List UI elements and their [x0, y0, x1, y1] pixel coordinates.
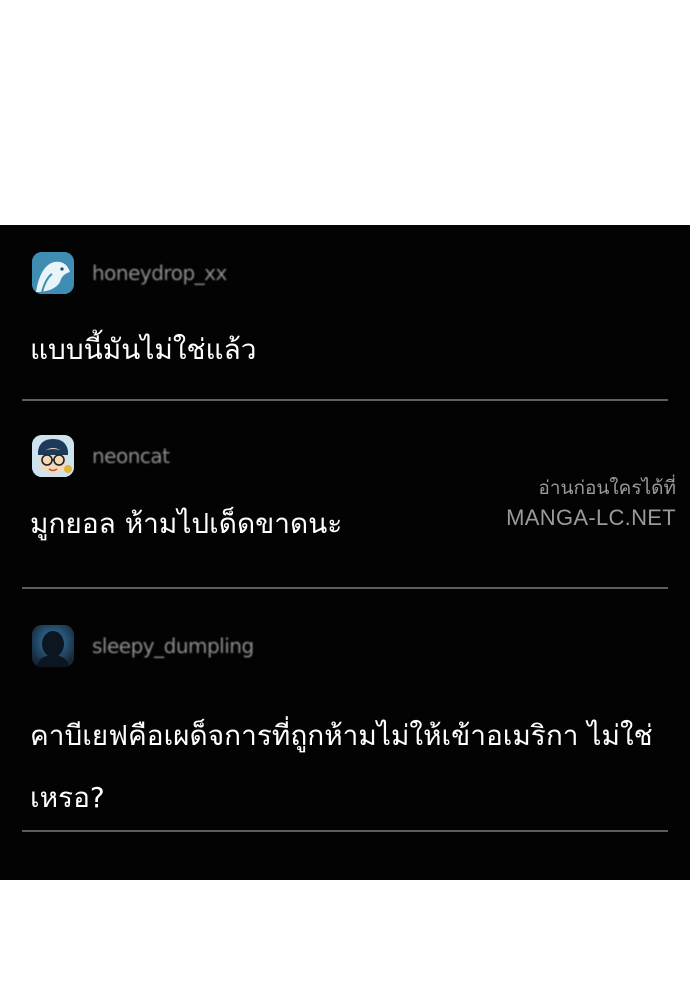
username[interactable]: neoncat — [92, 444, 170, 468]
watermark-site: MANGA-LC.NET — [506, 505, 676, 530]
comment-text: แบบนี้มันไม่ใช่แล้ว — [30, 333, 257, 366]
comment-text: คาบีเยฟคือเผด็จการที่ถูกห้ามไม่ให้เข้าอเ… — [30, 719, 653, 814]
username[interactable]: sleepy_dumpling — [92, 634, 254, 658]
glasses-face-avatar-icon[interactable] — [32, 435, 74, 477]
divider — [22, 587, 668, 589]
divider — [22, 830, 668, 832]
comment-header: neoncat — [32, 435, 170, 477]
comment-header: honeydrop_xx — [32, 252, 227, 294]
comment-panel: honeydrop_xx แบบนี้มันไม่ใช่แล้ว neoncat… — [0, 225, 690, 880]
watermark-line: อ่านก่อนใครได้ที่ — [538, 478, 676, 499]
watermark: อ่านก่อนใครได้ที่ MANGA-LC.NET — [506, 475, 676, 533]
divider — [22, 399, 668, 401]
username[interactable]: honeydrop_xx — [92, 261, 227, 285]
silhouette-avatar-icon[interactable] — [32, 625, 74, 667]
comment-header: sleepy_dumpling — [32, 625, 254, 667]
whale-avatar-icon[interactable] — [32, 252, 74, 294]
